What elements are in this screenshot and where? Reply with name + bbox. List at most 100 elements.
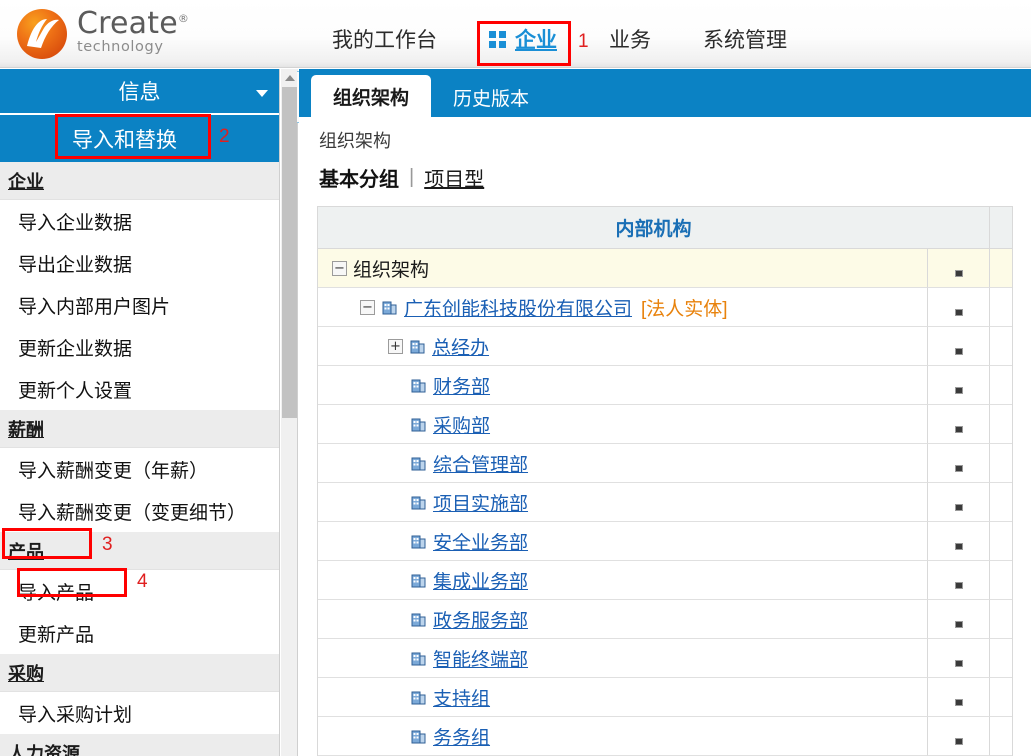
tree-node-cell[interactable]: 集成业务部 bbox=[318, 561, 928, 600]
table-row[interactable]: 安全业务部 bbox=[318, 522, 1012, 561]
tree-node-label[interactable]: 采购部 bbox=[433, 411, 490, 438]
table-cell-marker[interactable] bbox=[928, 444, 990, 483]
chevron-down-icon[interactable] bbox=[256, 90, 268, 97]
building-icon bbox=[411, 418, 426, 431]
subtab-separator: | bbox=[409, 166, 415, 188]
building-icon bbox=[411, 730, 426, 743]
sidebar-section-enterprise[interactable]: 企业 bbox=[0, 162, 279, 200]
tree-node-cell[interactable]: 务务组 bbox=[318, 717, 928, 756]
table-row[interactable]: − 组织架构 bbox=[318, 249, 1012, 288]
sidebar-item-label: 导入采购计划 bbox=[18, 704, 133, 726]
tab-label: 组织架构 bbox=[333, 87, 410, 109]
scrollbar-thumb[interactable] bbox=[282, 87, 297, 418]
sidebar-section-label: 采购 bbox=[8, 663, 44, 684]
tree-expander-collapse-icon[interactable]: − bbox=[360, 299, 375, 315]
table-row[interactable]: 务务组 bbox=[318, 717, 1012, 756]
table-cell-marker[interactable] bbox=[928, 405, 990, 444]
tree-node-label[interactable]: 项目实施部 bbox=[433, 489, 528, 516]
topnav-item-business[interactable]: 业务 bbox=[597, 19, 663, 59]
table-row[interactable]: − 广东创能科技股份有限公司 [法人实体] bbox=[318, 288, 1012, 327]
tree-node-label[interactable]: 集成业务部 bbox=[433, 567, 528, 594]
sidebar-section-human-resources[interactable]: 人力资源 bbox=[0, 734, 279, 756]
tab-org-structure[interactable]: 组织架构 bbox=[311, 75, 432, 117]
sidebar-item-import-salary-change-annual[interactable]: 导入薪酬变更（年薪） bbox=[0, 448, 279, 490]
tree-node-cell[interactable]: + 总经办 bbox=[318, 327, 928, 366]
sidebar-item-import-salary-change-details[interactable]: 导入薪酬变更（变更细节） bbox=[0, 490, 279, 532]
sidebar-item-label: 导出企业数据 bbox=[18, 254, 133, 276]
sidebar-item-update-enterprise-data[interactable]: 更新企业数据 bbox=[0, 326, 279, 368]
topnav-item-enterprise[interactable]: 企业 bbox=[477, 19, 569, 59]
tree-node-cell[interactable]: 政务服务部 bbox=[318, 600, 928, 639]
building-icon bbox=[411, 613, 426, 626]
tree-node-label[interactable]: 安全业务部 bbox=[433, 528, 528, 555]
table-cell-marker[interactable] bbox=[928, 249, 990, 288]
tab-history-versions[interactable]: 历史版本 bbox=[431, 77, 551, 117]
table-row[interactable]: 政务服务部 bbox=[318, 600, 1012, 639]
app-root: Create® technology 我的工作台 企业 业务 系统管理 信息 导… bbox=[0, 0, 1031, 756]
brand-wordmark: Create® technology bbox=[77, 8, 189, 59]
tree-node-label[interactable]: 广东创能科技股份有限公司 bbox=[404, 294, 632, 321]
table-row[interactable]: 支持组 bbox=[318, 678, 1012, 717]
sidebar-section-procurement[interactable]: 采购 bbox=[0, 654, 279, 692]
tree-node-cell[interactable]: 项目实施部 bbox=[318, 483, 928, 522]
table-row[interactable]: 综合管理部 bbox=[318, 444, 1012, 483]
sidebar-item-import-enterprise-data[interactable]: 导入企业数据 bbox=[0, 200, 279, 242]
table-row[interactable]: 智能终端部 bbox=[318, 639, 1012, 678]
tree-node-label[interactable]: 务务组 bbox=[433, 723, 490, 750]
tree-node-label[interactable]: 总经办 bbox=[432, 333, 489, 360]
tree-node-label[interactable]: 综合管理部 bbox=[433, 450, 528, 477]
table-row[interactable]: 财务部 bbox=[318, 366, 1012, 405]
sidebar-import-and-replace[interactable]: 导入和替换 bbox=[0, 115, 279, 162]
table-cell-marker[interactable] bbox=[928, 678, 990, 717]
sidebar-header-info[interactable]: 信息 bbox=[0, 69, 279, 115]
table-cell-marker[interactable] bbox=[928, 561, 990, 600]
table-cell-end bbox=[990, 483, 1012, 522]
table-cell-marker[interactable] bbox=[928, 327, 990, 366]
sidebar-section-compensation[interactable]: 薪酬 bbox=[0, 410, 279, 448]
table-cell-marker[interactable] bbox=[928, 600, 990, 639]
topnav-item-workbench[interactable]: 我的工作台 bbox=[320, 19, 449, 59]
table-row[interactable]: 采购部 bbox=[318, 405, 1012, 444]
table-cell-marker[interactable] bbox=[928, 483, 990, 522]
tree-node-label[interactable]: 财务部 bbox=[433, 372, 490, 399]
small-square-icon bbox=[954, 699, 963, 707]
sidebar-scrollbar[interactable] bbox=[281, 69, 298, 756]
sub-tabs: 基本分组 | 项目型 bbox=[299, 153, 1031, 202]
table-cell-marker[interactable] bbox=[928, 288, 990, 327]
brand-logo[interactable]: Create® technology bbox=[14, 0, 214, 67]
table-cell-marker[interactable] bbox=[928, 366, 990, 405]
tree-node-cell[interactable]: 财务部 bbox=[318, 366, 928, 405]
tree-node-cell[interactable]: 采购部 bbox=[318, 405, 928, 444]
sidebar-item-label: 导入薪酬变更（年薪） bbox=[18, 460, 209, 482]
sidebar-item-update-product[interactable]: 更新产品 bbox=[0, 612, 279, 654]
tree-node-cell[interactable]: 支持组 bbox=[318, 678, 928, 717]
table-cell-end bbox=[990, 327, 1012, 366]
sidebar-item-update-personal-settings[interactable]: 更新个人设置 bbox=[0, 368, 279, 410]
table-cell-marker[interactable] bbox=[928, 717, 990, 756]
topnav-item-system-management[interactable]: 系统管理 bbox=[691, 19, 799, 59]
tree-node-cell[interactable]: − 组织架构 bbox=[318, 249, 928, 288]
tree-node-cell[interactable]: 安全业务部 bbox=[318, 522, 928, 561]
table-row[interactable]: 项目实施部 bbox=[318, 483, 1012, 522]
sidebar-item-import-internal-user-photos[interactable]: 导入内部用户图片 bbox=[0, 284, 279, 326]
subtab-basic-grouping[interactable]: 基本分组 bbox=[319, 163, 399, 192]
tree-node-label[interactable]: 智能终端部 bbox=[433, 645, 528, 672]
org-structure-table: 内部机构 − 组织架构 − 广东创能科技股份有限公司 [法人实体] + 总经办 … bbox=[317, 206, 1013, 756]
sidebar-section-product[interactable]: 产品 bbox=[0, 532, 279, 570]
tree-expander-expand-icon[interactable]: + bbox=[388, 338, 403, 354]
table-cell-marker[interactable] bbox=[928, 639, 990, 678]
small-square-icon bbox=[954, 582, 963, 590]
sidebar-item-export-enterprise-data[interactable]: 导出企业数据 bbox=[0, 242, 279, 284]
tree-node-label[interactable]: 支持组 bbox=[433, 684, 490, 711]
tree-expander-collapse-icon[interactable]: − bbox=[332, 260, 347, 276]
tree-node-label[interactable]: 政务服务部 bbox=[433, 606, 528, 633]
table-row[interactable]: + 总经办 bbox=[318, 327, 1012, 366]
tree-node-cell[interactable]: 综合管理部 bbox=[318, 444, 928, 483]
table-cell-marker[interactable] bbox=[928, 522, 990, 561]
table-row[interactable]: 集成业务部 bbox=[318, 561, 1012, 600]
tree-node-cell[interactable]: − 广东创能科技股份有限公司 [法人实体] bbox=[318, 288, 928, 327]
tree-node-cell[interactable]: 智能终端部 bbox=[318, 639, 928, 678]
caret-up-icon[interactable] bbox=[281, 69, 298, 86]
subtab-project-type[interactable]: 项目型 bbox=[424, 163, 484, 192]
sidebar-item-import-procurement-plan[interactable]: 导入采购计划 bbox=[0, 692, 279, 734]
